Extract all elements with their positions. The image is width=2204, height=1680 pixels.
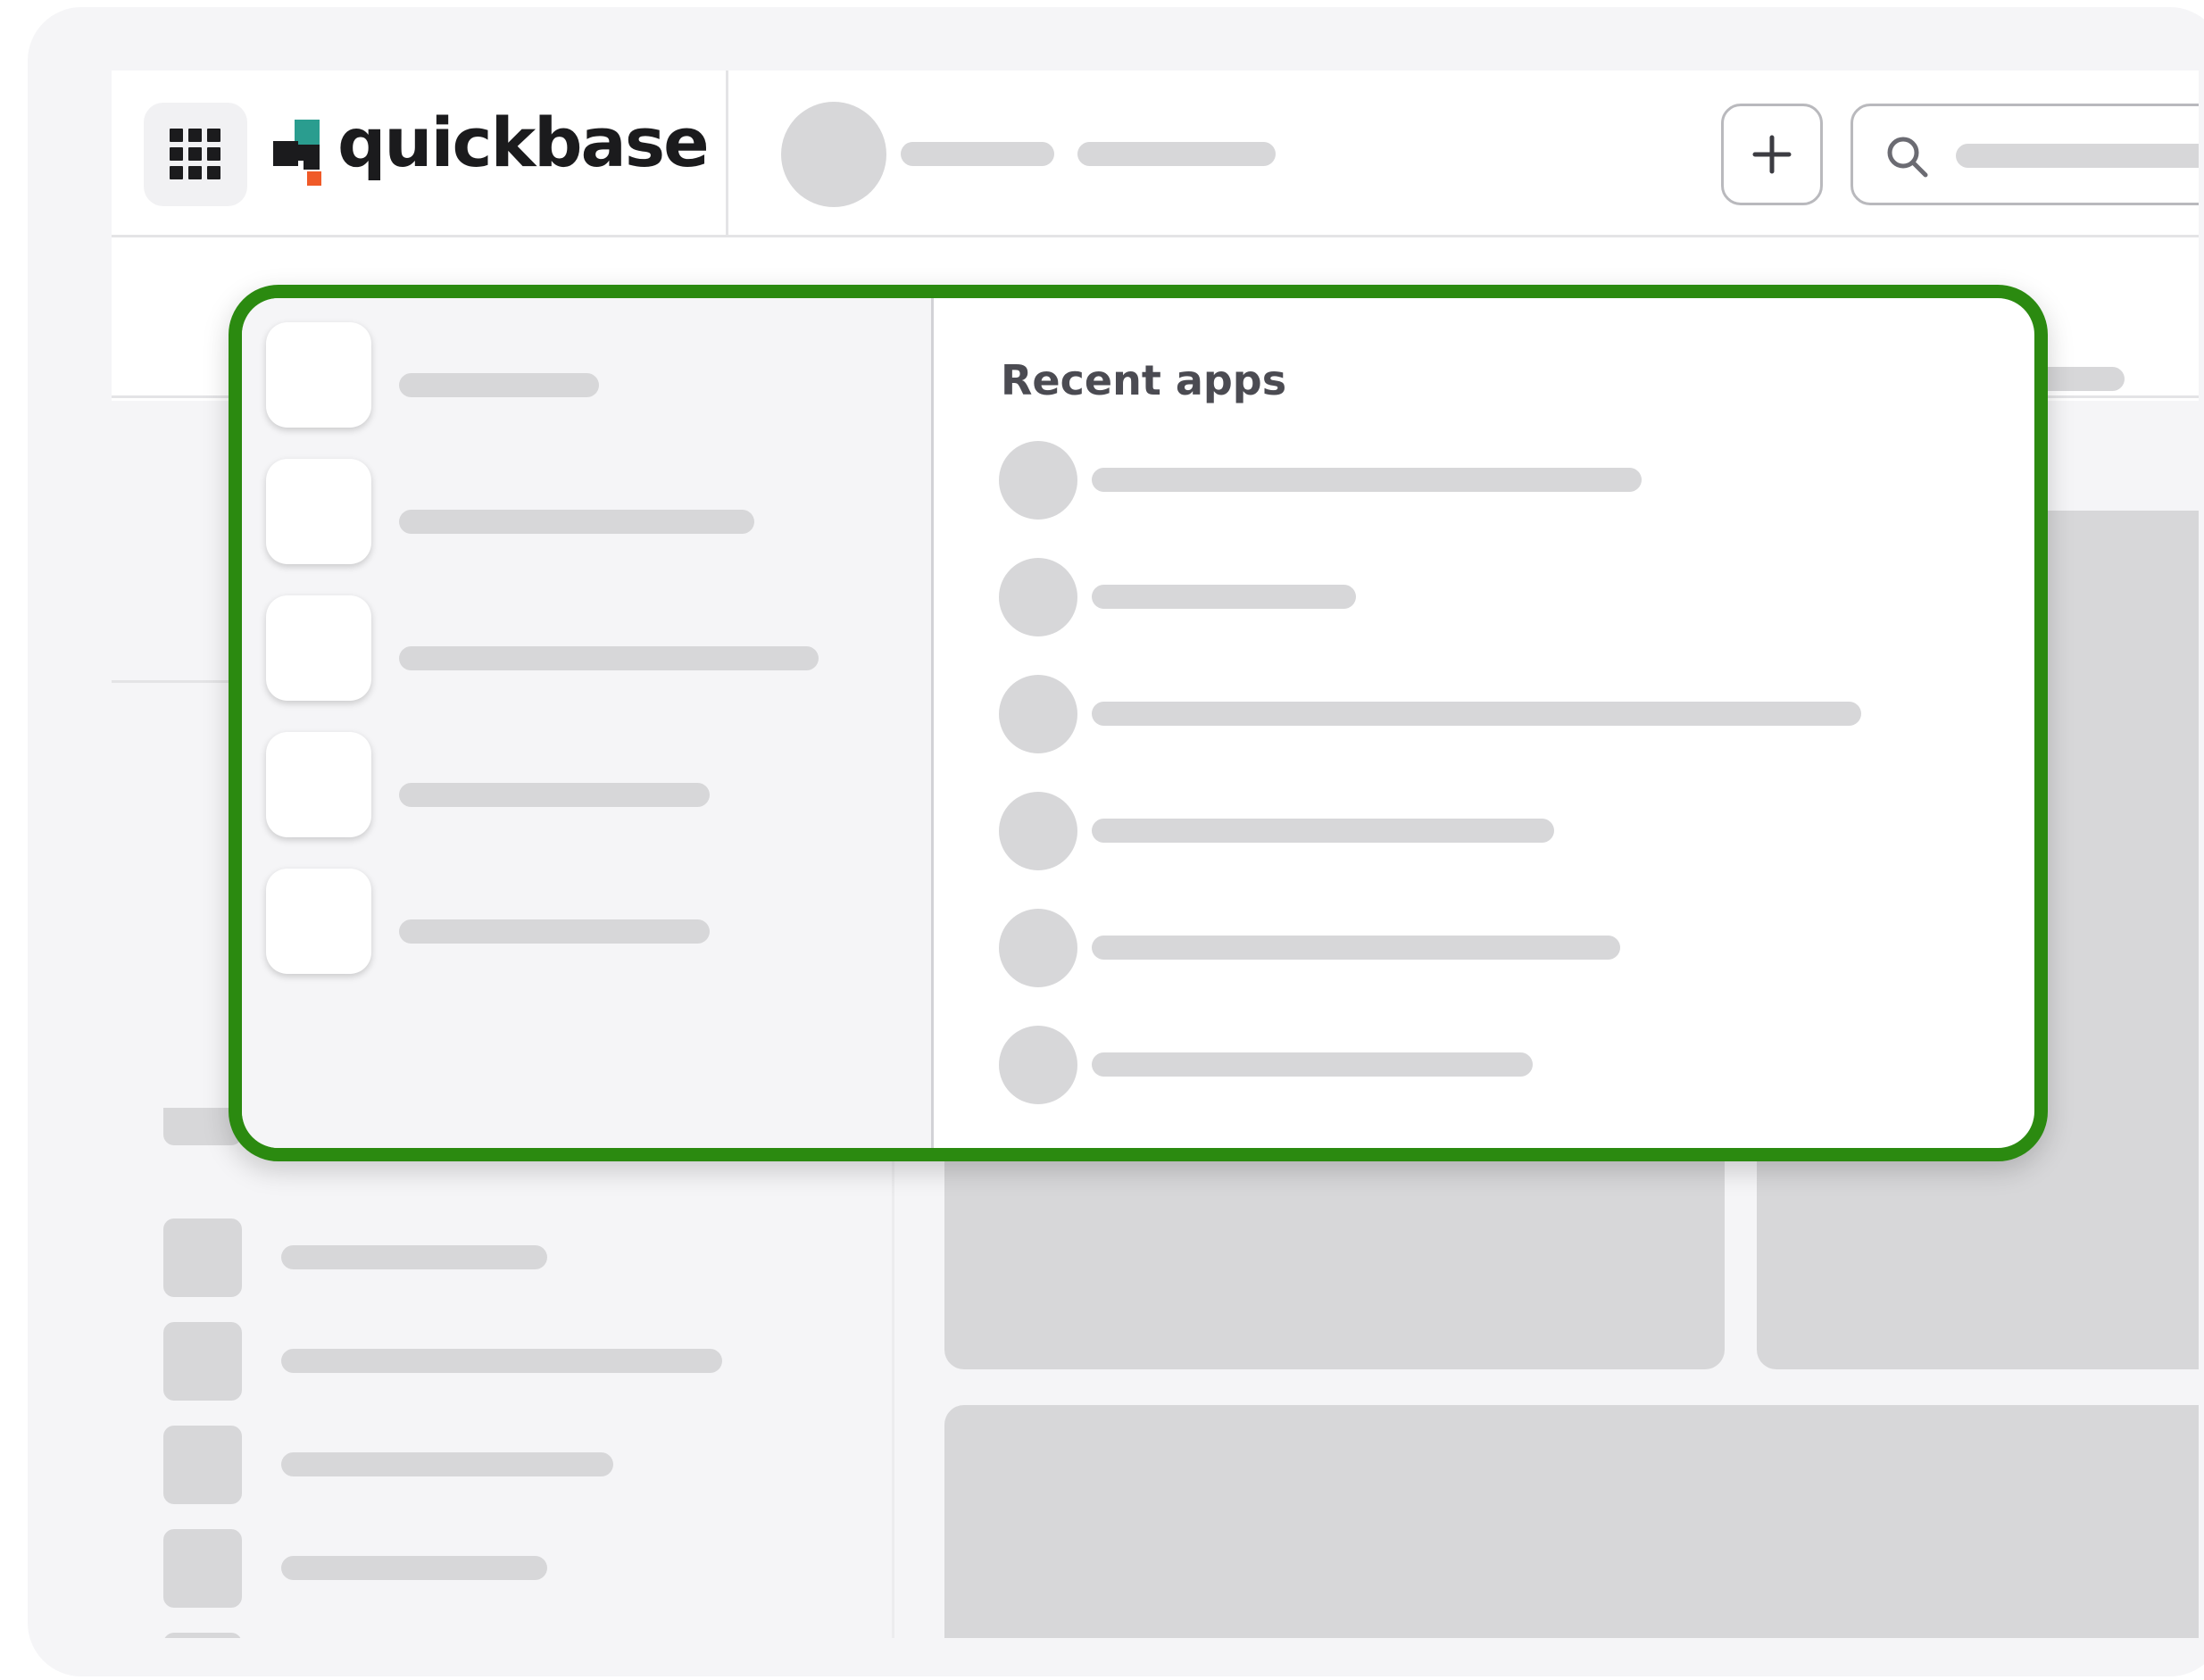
recent-app-label[interactable]	[1092, 819, 1554, 843]
page-frame: quickbase Recent apps	[28, 7, 2204, 1676]
sidebar-item-icon	[163, 1322, 242, 1401]
recent-app-label[interactable]	[1092, 585, 1356, 609]
sidebar-item-label	[281, 1452, 613, 1476]
favorite-app-label	[399, 373, 599, 397]
recent-app-label[interactable]	[1092, 1052, 1533, 1077]
content-card	[944, 1405, 2199, 1638]
recent-app-label[interactable]	[1092, 468, 1642, 492]
sidebar-item-icon	[163, 1529, 242, 1608]
app-switcher-panel: Recent apps	[229, 285, 2048, 1161]
quickbase-logo[interactable]: quickbase	[273, 109, 710, 191]
page-name-placeholder	[1077, 142, 1276, 166]
recent-app-icon[interactable]	[999, 909, 1077, 987]
top-bar: quickbase	[112, 71, 2199, 237]
logo-mark-icon	[273, 120, 321, 186]
recent-app-icon[interactable]	[999, 1026, 1077, 1104]
search-icon	[1887, 137, 1928, 178]
logo-wordmark: quickbase	[337, 103, 710, 182]
add-button[interactable]	[1721, 104, 1823, 205]
app-switcher-favorites	[242, 298, 934, 1148]
sidebar-item-label	[281, 1349, 722, 1373]
recent-app-icon[interactable]	[999, 441, 1077, 520]
search-input[interactable]	[1851, 104, 2199, 205]
app-window: quickbase Recent apps	[112, 71, 2199, 1638]
favorite-app-label	[399, 783, 710, 807]
recent-app-icon[interactable]	[999, 558, 1077, 636]
favorite-app-tile[interactable]	[266, 595, 371, 701]
plus-icon	[1752, 135, 1792, 174]
app-name-placeholder	[901, 142, 1054, 166]
sidebar-item-icon	[163, 1633, 242, 1638]
recent-app-icon[interactable]	[999, 675, 1077, 753]
favorite-app-tile[interactable]	[266, 732, 371, 837]
sidebar-item-label	[281, 1245, 547, 1269]
favorite-app-label	[399, 919, 710, 944]
app-avatar[interactable]	[781, 102, 886, 207]
grid-icon	[170, 129, 221, 180]
favorite-app-label	[399, 646, 819, 670]
app-grid-button[interactable]	[144, 103, 247, 206]
recent-apps-heading: Recent apps	[1001, 356, 1287, 404]
search-placeholder-bar	[1956, 144, 2199, 168]
recent-app-label[interactable]	[1092, 936, 1620, 960]
favorite-app-tile[interactable]	[266, 869, 371, 974]
topbar-divider	[726, 71, 728, 237]
recent-app-label[interactable]	[1092, 702, 1861, 726]
favorite-app-label	[399, 510, 754, 534]
favorite-app-tile[interactable]	[266, 322, 371, 428]
favorite-app-tile[interactable]	[266, 459, 371, 564]
sidebar-item-icon	[163, 1426, 242, 1504]
sidebar-item-label	[281, 1556, 547, 1580]
recent-app-icon[interactable]	[999, 792, 1077, 870]
sidebar-item-icon	[163, 1218, 242, 1297]
